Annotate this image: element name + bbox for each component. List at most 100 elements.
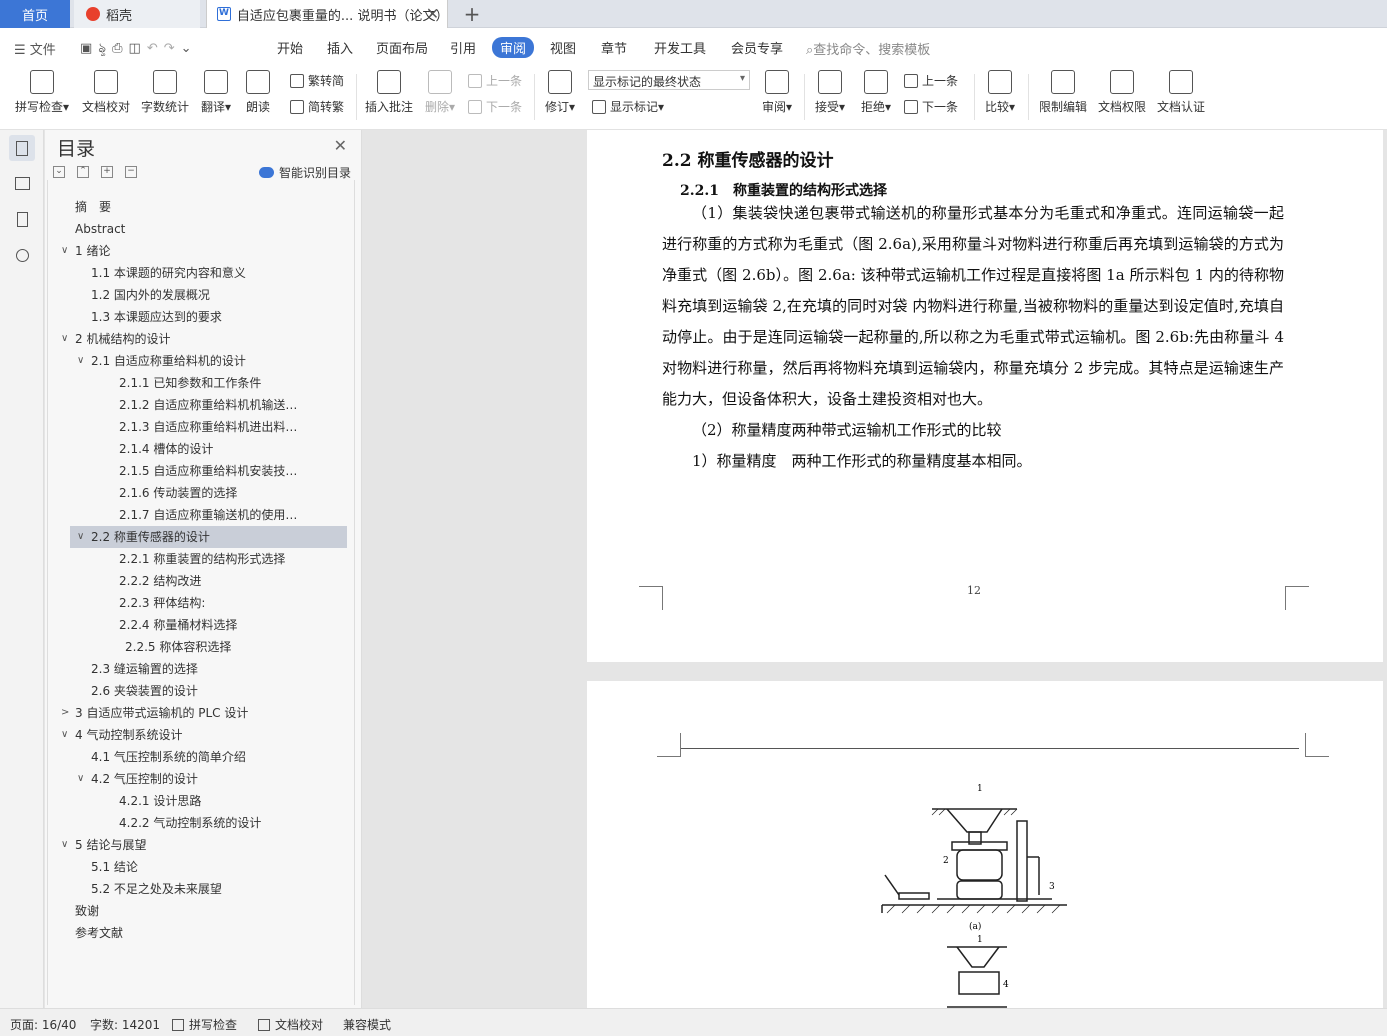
menu-tab-member[interactable]: 会员专享 — [731, 38, 783, 57]
doc-auth-button[interactable]: 文档认证 — [1155, 70, 1207, 115]
redo-icon[interactable]: ↷ — [164, 41, 181, 56]
close-icon[interactable]: ✕ — [334, 136, 347, 155]
toc-item[interactable]: ∨ 4.2 气压控制的设计 — [45, 768, 337, 790]
bookmark-panel-button[interactable] — [9, 206, 35, 232]
toc-item[interactable]: ∨ 1 绪论 — [45, 240, 337, 262]
to-simplified-button[interactable]: 简转繁 — [290, 98, 344, 115]
smart-toc-button[interactable]: 智能识别目录 — [258, 164, 351, 181]
chevron-down-icon[interactable]: ∨ — [61, 240, 68, 262]
spell-check-button[interactable]: 拼写检查▾ — [12, 70, 72, 115]
toc-item[interactable]: ∨ 5 结论与展望 — [45, 834, 337, 856]
customize-icon[interactable]: ⌄ — [181, 41, 198, 56]
toc-item[interactable]: 2.3 缝运输置的选择 — [45, 658, 337, 680]
chapter-panel-button[interactable] — [9, 170, 35, 196]
tab-home[interactable]: 首页 — [0, 0, 70, 28]
expand-up-icon[interactable]: ⌃ — [77, 166, 89, 178]
doc-check-button[interactable]: 文档校对 — [80, 70, 132, 115]
toc-item[interactable]: >3 自适应带式运输机的 PLC 设计 — [45, 702, 337, 724]
undo-icon[interactable]: ↶ — [147, 41, 164, 56]
toc-item[interactable]: 5.1 结论 — [45, 856, 337, 878]
chevron-right-icon[interactable]: > — [61, 702, 69, 724]
toc-item[interactable]: 2.1.3 自适应称重给料机进出料口装置 — [45, 416, 337, 438]
toc-item[interactable]: 2.1.4 槽体的设计 — [45, 438, 337, 460]
doc-rights-button[interactable]: 文档权限 — [1096, 70, 1148, 115]
read-aloud-button[interactable]: 朗读 — [244, 70, 272, 115]
menu-tab-review[interactable]: 审阅 — [492, 37, 535, 58]
new-tab-button[interactable]: + — [458, 0, 486, 28]
track-changes-button[interactable]: 修订▾ — [542, 70, 578, 115]
compare-button[interactable]: 比较▾ — [982, 70, 1018, 115]
tab-daoke[interactable]: 稻壳 — [74, 0, 200, 28]
toc-panel-button[interactable] — [9, 135, 35, 161]
word-count-indicator[interactable]: 字数: 14201 — [90, 1016, 160, 1033]
chevron-down-icon[interactable]: ∨ — [61, 834, 68, 856]
toc-item[interactable]: 致谢 — [45, 900, 337, 922]
prev-change-button[interactable]: 上一条 — [904, 72, 958, 89]
tab-close-icon[interactable]: ✕ — [426, 5, 439, 23]
add-heading-icon[interactable]: + — [101, 166, 113, 178]
toc-item[interactable]: 2.1.1 已知参数和工作条件 — [45, 372, 337, 394]
toc-item[interactable]: ∨ 2 机械结构的设计 — [45, 328, 337, 350]
toc-item[interactable]: 摘 要 — [45, 196, 337, 218]
toc-item[interactable]: 4.1 气压控制系统的简单介绍 — [45, 746, 337, 768]
next-change-button[interactable]: 下一条 — [904, 98, 958, 115]
command-search[interactable]: ⌕查找命令、搜索模板 — [806, 39, 930, 58]
toc-item[interactable]: 2.2.1 称重装置的结构形式选择 — [45, 548, 337, 570]
document-page[interactable]: 2.2 称重传感器的设计 2.2.1 称重装置的结构形式选择 （1）集装袋快递包… — [587, 130, 1383, 662]
insert-comment-button[interactable]: 插入批注 — [364, 70, 414, 115]
toc-item[interactable]: 4.2.2 气动控制系统的设计 — [45, 812, 337, 834]
quick-access-toolbar[interactable]: ▣ৡ⎙◫↶↷⌄ — [80, 39, 198, 60]
chevron-down-icon[interactable]: ∨ — [61, 724, 68, 746]
spell-check-status[interactable]: 拼写检查 — [172, 1016, 237, 1033]
toc-item[interactable]: 1.1 本课题的研究内容和意义 — [45, 262, 337, 284]
remove-heading-icon[interactable]: − — [125, 166, 137, 178]
restrict-editing-button[interactable]: 限制编辑 — [1036, 70, 1090, 115]
menu-tab-layout[interactable]: 页面布局 — [376, 38, 428, 57]
markup-state-select[interactable]: 显示标记的最终状态 — [588, 70, 750, 90]
document-page[interactable]: 1 2 3 (a) 1 4 — [587, 681, 1383, 1008]
file-menu[interactable]: ☰ 文件 — [14, 39, 56, 58]
to-traditional-button[interactable]: 繁转简 — [290, 72, 344, 89]
toc-item[interactable]: 2.6 夹袋装置的设计 — [45, 680, 337, 702]
toc-item[interactable]: 2.2.5 称体容积选择 — [45, 636, 337, 658]
toc-item[interactable]: ∨ 4 气动控制系统设计 — [45, 724, 337, 746]
chevron-down-icon[interactable]: ∨ — [77, 350, 84, 372]
save-icon[interactable]: ▣ — [80, 41, 98, 56]
prev-comment-button[interactable]: 上一条 — [468, 72, 522, 89]
collapse-all-icon[interactable]: ⌄ — [53, 166, 65, 178]
delete-comment-button[interactable]: 删除▾ — [423, 70, 457, 115]
chevron-down-icon[interactable]: ∨ — [77, 526, 84, 548]
review-pane-button[interactable]: 审阅▾ — [760, 70, 794, 115]
toc-item[interactable]: 2.2.4 称量桶材料选择 — [45, 614, 337, 636]
toc-item[interactable]: 5.2 不足之处及未来展望 — [45, 878, 337, 900]
next-comment-button[interactable]: 下一条 — [468, 98, 522, 115]
doc-check-status[interactable]: 文档校对 — [258, 1016, 323, 1033]
document-canvas[interactable]: 2.2 称重传感器的设计 2.2.1 称重装置的结构形式选择 （1）集装袋快递包… — [363, 130, 1387, 1008]
chevron-down-icon[interactable]: ∨ — [77, 768, 84, 790]
toc-item[interactable]: 1.3 本课题应达到的要求 — [45, 306, 337, 328]
page-indicator[interactable]: 页面: 16/40 — [10, 1016, 76, 1033]
show-markup-button[interactable]: 显示标记 ▾ — [592, 98, 664, 115]
toc-item[interactable]: ∨ 2.2 称重传感器的设计 — [70, 526, 347, 548]
translate-button[interactable]: 翻译▾ — [198, 70, 234, 115]
menu-tab-start[interactable]: 开始 — [277, 38, 303, 57]
toc-item[interactable]: 2.1.5 自适应称重给料机安装技术条件 — [45, 460, 337, 482]
chevron-down-icon[interactable]: ∨ — [61, 328, 68, 350]
toc-item[interactable]: 2.1.6 传动装置的选择 — [45, 482, 337, 504]
toc-item[interactable]: 2.1.7 自适应称重输送机的使用与维护 — [45, 504, 337, 526]
toc-item[interactable]: 参考文献 — [45, 922, 337, 944]
toc-item[interactable]: 2.2.2 结构改进 — [45, 570, 337, 592]
menu-tab-references[interactable]: 引用 — [450, 38, 476, 57]
find-panel-button[interactable] — [9, 242, 35, 268]
print-preview-icon[interactable]: ◫ — [129, 41, 147, 56]
toc-item[interactable]: 2.2.3 秤体结构: — [45, 592, 337, 614]
toc-item[interactable]: 1.2 国内外的发展概况 — [45, 284, 337, 306]
print-icon[interactable]: ⎙ — [112, 41, 128, 56]
toc-item[interactable]: 2.1.2 自适应称重给料机机输送量和功率的计算 — [45, 394, 337, 416]
menu-tab-section[interactable]: 章节 — [601, 38, 627, 57]
accept-change-button[interactable]: 接受▾ — [812, 70, 848, 115]
menu-tab-insert[interactable]: 插入 — [327, 38, 353, 57]
format-painter-icon[interactable]: ৡ — [98, 41, 112, 56]
toc-item[interactable]: 4.2.1 设计思路 — [45, 790, 337, 812]
tab-document[interactable]: W 自适应包裹重量的... 说明书（论文） ✕ — [206, 0, 448, 28]
